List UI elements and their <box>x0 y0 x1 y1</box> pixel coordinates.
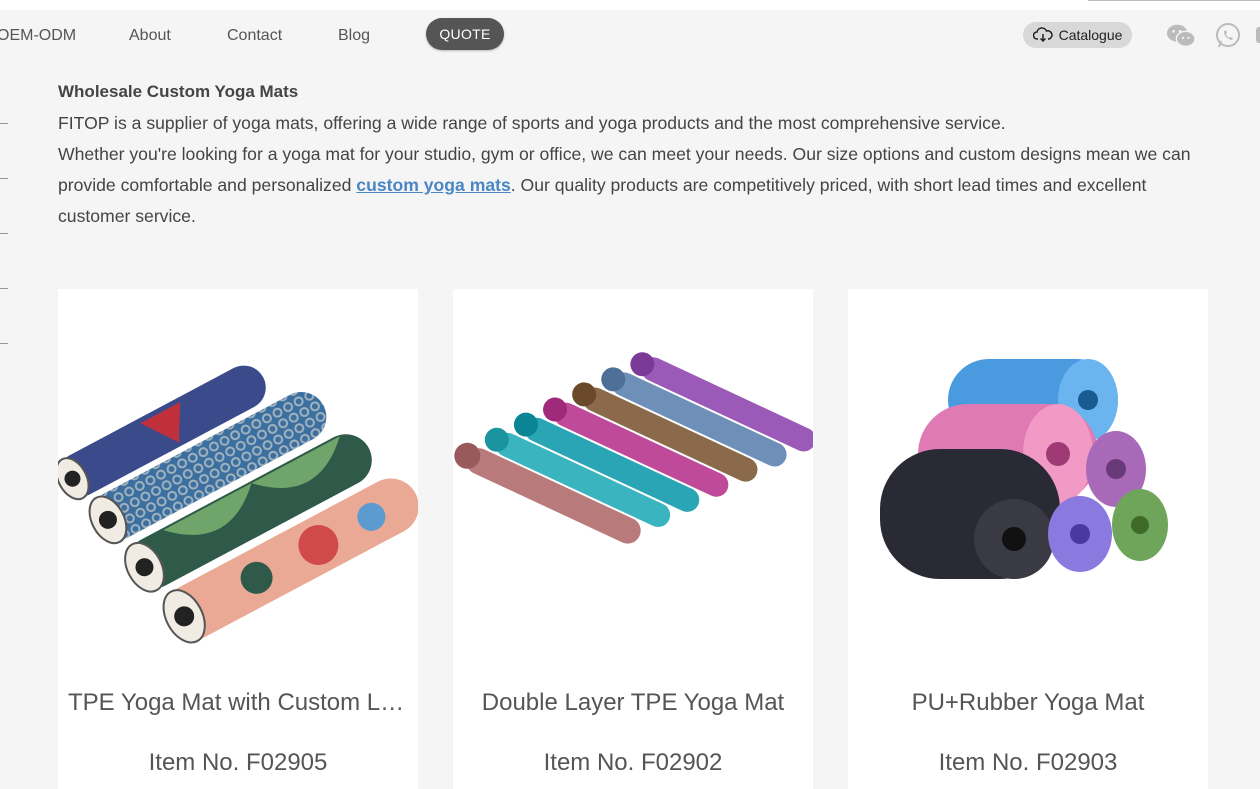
product-image-tpe-mats[interactable] <box>453 289 813 669</box>
sidebar-tick <box>0 123 8 124</box>
intro-section: Wholesale Custom Yoga Mats FITOP is a su… <box>58 80 1218 232</box>
sidebar-tick <box>0 178 8 179</box>
product-image-pu-rubber-mats[interactable] <box>848 289 1208 669</box>
nav-link-about[interactable]: About <box>129 27 171 45</box>
sidebar-tick <box>0 288 8 289</box>
product-image-patterned-mats[interactable] <box>58 289 418 669</box>
cloud-download-icon <box>1032 27 1053 43</box>
product-title[interactable]: Double Layer TPE Yoga Mat <box>453 689 813 717</box>
custom-yoga-mats-link[interactable]: custom yoga mats <box>356 175 510 195</box>
catalogue-label: Catalogue <box>1058 27 1123 43</box>
product-item-number: Item No. F02902 <box>543 749 723 776</box>
nav-link-oem-odm[interactable]: OEM-ODM <box>0 27 76 45</box>
product-title[interactable]: TPE Yoga Mat with Custom Logo <box>58 689 418 717</box>
wechat-icon[interactable] <box>1166 22 1196 50</box>
product-card[interactable]: Double Layer TPE Yoga Mat Item No. F0290… <box>453 289 813 789</box>
top-edge <box>1088 0 1260 1</box>
product-item-number: Item No. F02905 <box>148 749 328 776</box>
product-card[interactable]: TPE Yoga Mat with Custom Logo Item No. F… <box>58 289 418 789</box>
quote-button[interactable]: QUOTE <box>426 18 504 50</box>
whatsapp-icon[interactable] <box>1213 22 1243 50</box>
main-nav: OEM-ODM About Contact Blog QUOTE Catalog… <box>0 10 1260 62</box>
product-title[interactable]: PU+Rubber Yoga Mat <box>848 689 1208 717</box>
top-strip <box>0 0 1260 10</box>
catalogue-button[interactable]: Catalogue <box>1023 22 1132 48</box>
partial-icon[interactable] <box>1254 22 1260 50</box>
intro-paragraph-2: Whether you're looking for a yoga mat fo… <box>58 139 1218 232</box>
sidebar-tick <box>0 343 8 344</box>
nav-link-contact[interactable]: Contact <box>227 27 282 45</box>
nav-link-blog[interactable]: Blog <box>338 27 370 45</box>
product-card[interactable]: PU+Rubber Yoga Mat Item No. F02903 <box>848 289 1208 789</box>
product-item-number: Item No. F02903 <box>938 749 1118 776</box>
intro-paragraph-1: FITOP is a supplier of yoga mats, offeri… <box>58 113 1006 133</box>
sidebar-tick <box>0 233 8 234</box>
intro-heading: Wholesale Custom Yoga Mats <box>58 82 299 101</box>
